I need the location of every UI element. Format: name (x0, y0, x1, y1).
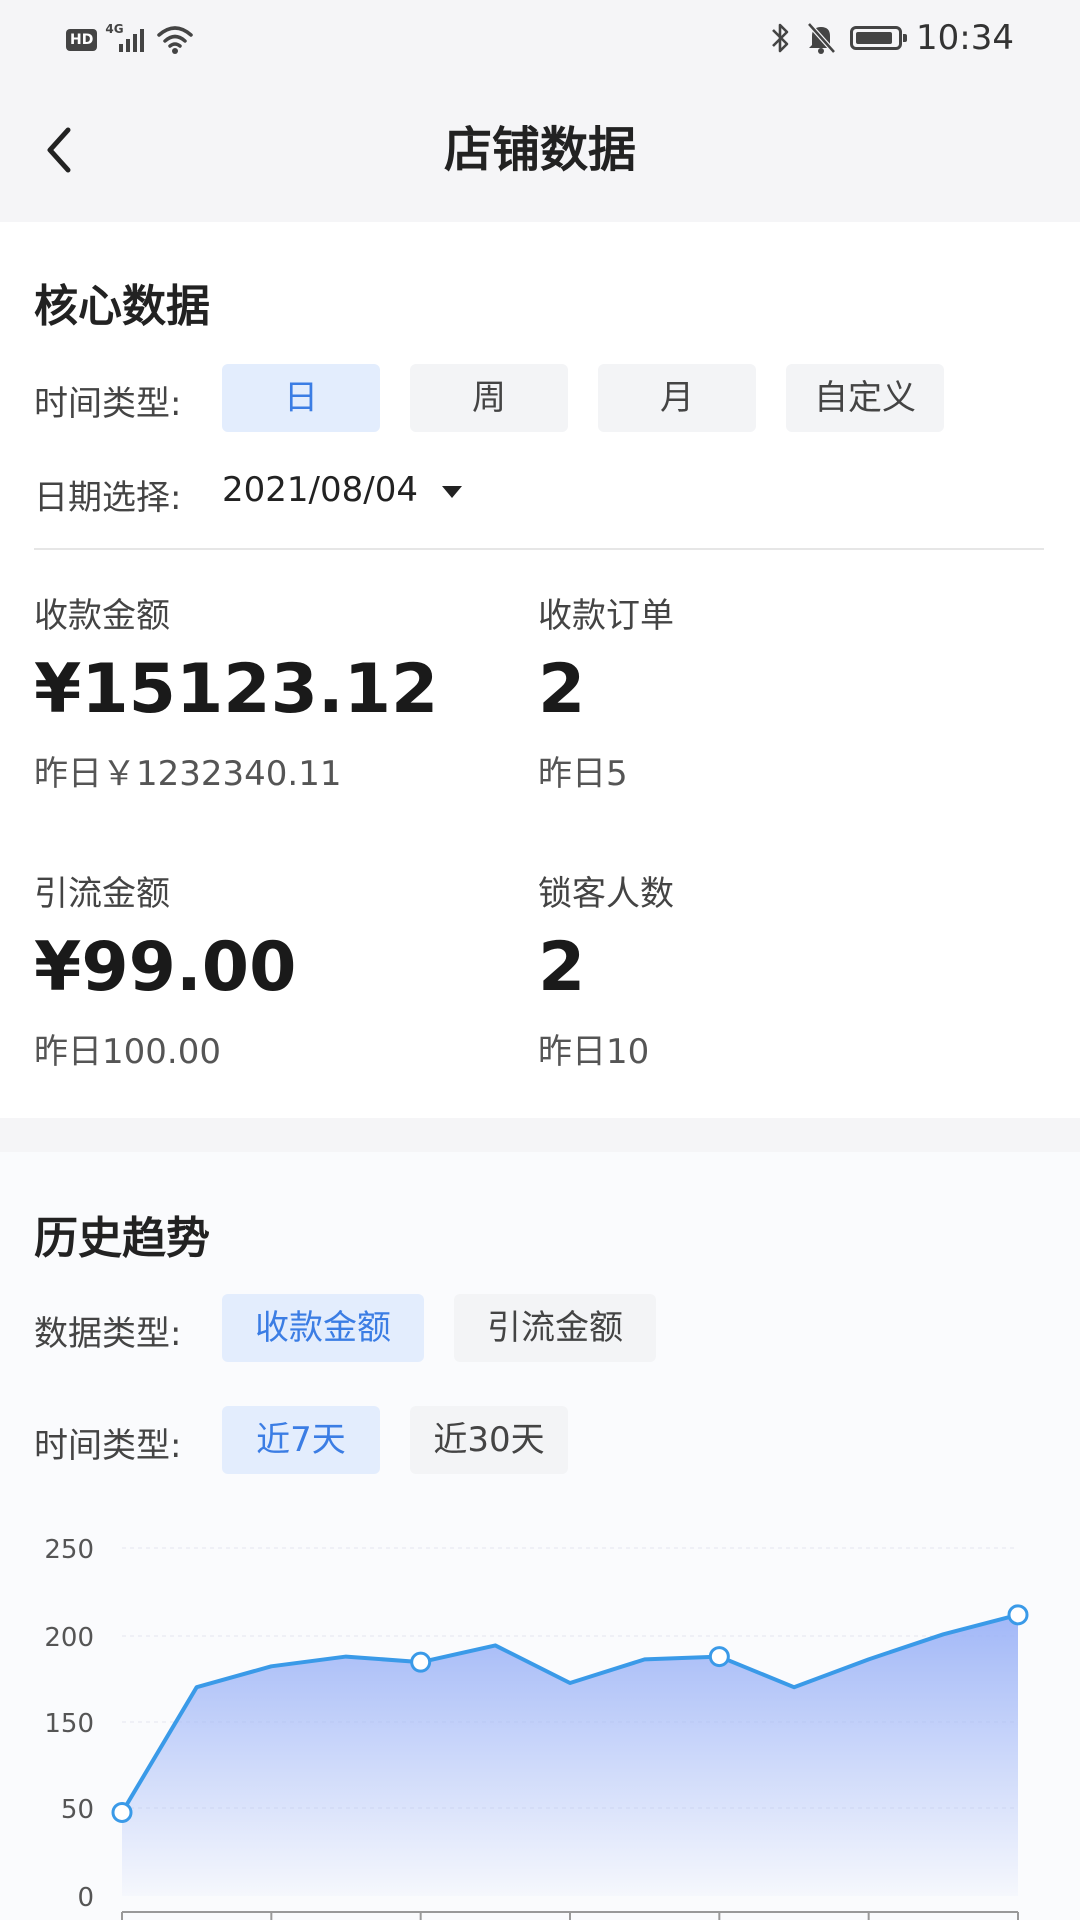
time-type-label: 时间类型: (34, 384, 182, 424)
core-data-title: 核心数据 (34, 281, 210, 332)
status-left: HD 4G (66, 22, 194, 58)
trend-chart: 250 200 150 50 0 (44, 1535, 1029, 1920)
y-tick-label: 0 (77, 1883, 94, 1913)
y-tick-label: 50 (61, 1795, 94, 1825)
core-data-card: 核心数据 时间类型: 日 周 月 自定义 日期选择: 2021/08/04 收款… (0, 222, 1080, 1118)
clock: 10:34 (916, 18, 1014, 58)
time-option-week[interactable]: 周 (410, 364, 568, 432)
battery-icon (850, 26, 908, 50)
y-tick-label: 250 (44, 1535, 94, 1565)
data-point (708, 1646, 730, 1668)
y-tick-label: 200 (44, 1623, 94, 1653)
metric-label: 锁客人数 (538, 874, 674, 914)
time-option-day[interactable]: 日 (222, 364, 380, 432)
data-point (111, 1801, 133, 1823)
metric-sub: 昨日5 (538, 754, 628, 794)
metric-sub: 昨日100.00 (34, 1032, 221, 1072)
data-option-traffic[interactable]: 引流金额 (454, 1294, 656, 1362)
history-time-type-label: 时间类型: (34, 1426, 182, 1466)
nav-bar: 店铺数据 (0, 78, 1080, 220)
hd-badge: HD (66, 29, 98, 51)
series-area (122, 1614, 1018, 1896)
metric-value: ¥99.00 (34, 928, 297, 1007)
date-select-value[interactable]: 2021/08/04 (222, 470, 418, 510)
history-title: 历史趋势 (34, 1213, 210, 1264)
status-bar: HD 4G 10:34 (0, 0, 1080, 78)
time-option-month[interactable]: 月 (598, 364, 756, 432)
data-type-label: 数据类型: (34, 1314, 182, 1354)
metric-sub: 昨日￥1232340.11 (34, 754, 342, 794)
wifi-icon (157, 26, 194, 54)
metric-label: 收款订单 (538, 596, 674, 636)
data-point (410, 1651, 432, 1673)
page-title: 店铺数据 (443, 122, 636, 178)
time-option-7days[interactable]: 近7天 (222, 1406, 380, 1474)
data-option-payment[interactable]: 收款金额 (222, 1294, 424, 1362)
mute-bell-icon (807, 22, 836, 54)
battery-fill (856, 32, 893, 44)
time-option-custom[interactable]: 自定义 (786, 364, 944, 432)
caret-down-icon[interactable] (442, 486, 462, 498)
data-point (1007, 1604, 1029, 1626)
metric-label: 收款金额 (34, 596, 170, 636)
metric-value: 2 (538, 650, 586, 729)
metric-sub: 昨日10 (538, 1032, 650, 1072)
bluetooth-icon (772, 23, 789, 53)
metric-value: ¥15123.12 (34, 650, 439, 729)
metric-value: 2 (538, 928, 586, 1007)
divider (34, 548, 1044, 550)
time-option-30days[interactable]: 近30天 (410, 1406, 568, 1474)
metric-label: 引流金额 (34, 874, 170, 914)
y-tick-label: 150 (44, 1709, 94, 1739)
status-right: 10:34 (770, 18, 1014, 58)
date-select-label: 日期选择: (34, 478, 182, 518)
signal-icon: 4G (105, 22, 149, 56)
